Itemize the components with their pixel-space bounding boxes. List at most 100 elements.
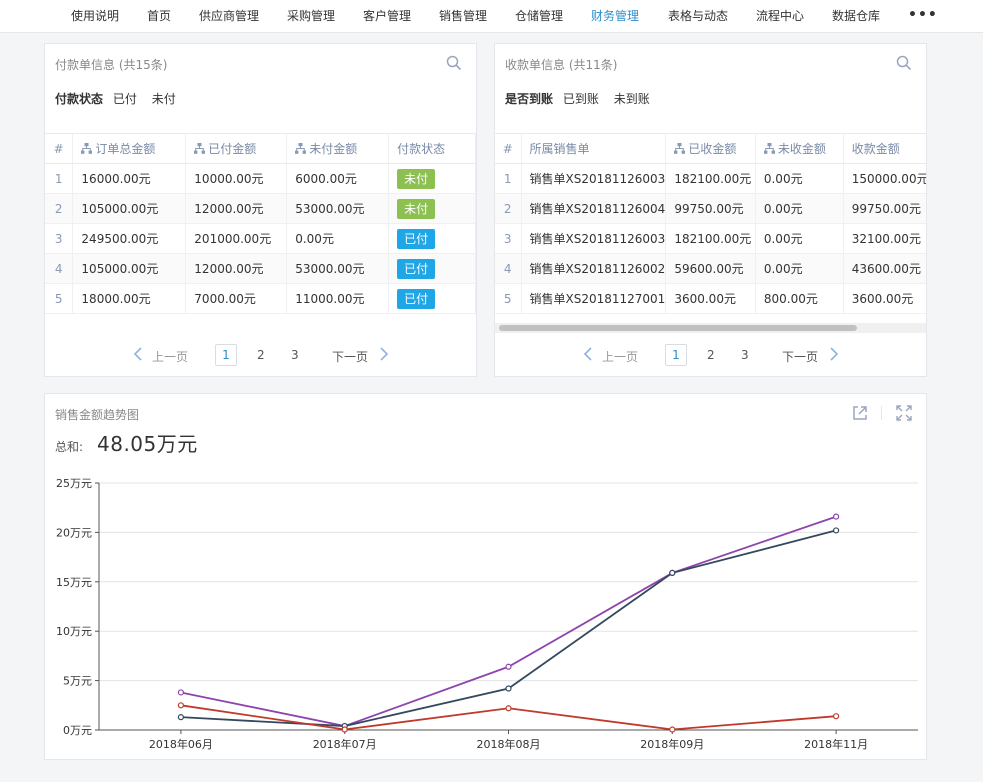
data-point[interactable] xyxy=(177,714,184,721)
column-header[interactable]: 已付金额 xyxy=(185,133,288,164)
data-point[interactable] xyxy=(832,713,840,720)
search-icon[interactable] xyxy=(445,54,463,72)
scrollbar-thumb[interactable] xyxy=(499,325,857,331)
arrival-status-filter: 是否到账 已到账 未到账 xyxy=(505,90,661,107)
page-number[interactable]: 3 xyxy=(741,348,749,362)
table-row[interactable]: 3 249500.00元 201000.00元 0.00元 已付 xyxy=(45,223,476,254)
chevron-right-icon[interactable] xyxy=(829,347,839,361)
column-header[interactable]: # xyxy=(495,133,522,164)
nav-data-warehouse[interactable]: 数据仓库 xyxy=(832,0,880,33)
nav-customer[interactable]: 客户管理 xyxy=(363,0,411,33)
table-header-row: # 订单总金额 已付金额 未付金额 付款状态 xyxy=(45,133,476,164)
table-cell: 10000.00元 xyxy=(185,163,288,194)
data-point[interactable] xyxy=(832,513,840,520)
table-cell: 12000.00元 xyxy=(185,193,288,224)
table-row[interactable]: 5 销售单XS20181127001 3600.00元 800.00元 3600.00元 xyxy=(495,283,926,314)
chevron-left-icon[interactable] xyxy=(133,347,143,361)
table-cell: 销售单XS20181126002 xyxy=(521,253,667,284)
table-cell: 销售单XS20181126003 xyxy=(521,223,667,254)
data-point[interactable] xyxy=(341,726,348,733)
data-point[interactable] xyxy=(505,705,512,712)
table-row[interactable]: 1 销售单XS20181126003 182100.00元 0.00元 150000.0… xyxy=(495,163,926,194)
table-cell: 3600.00元 xyxy=(665,283,756,314)
prev-page-button[interactable]: 上一页 xyxy=(602,348,638,365)
next-page-button[interactable]: 下一页 xyxy=(332,348,368,365)
column-header[interactable]: # xyxy=(45,133,74,164)
table-cell: 5 xyxy=(45,283,74,314)
table-cell: 43600.00元 xyxy=(843,253,926,284)
page-number[interactable]: 2 xyxy=(257,348,265,362)
table-row[interactable]: 5 18000.00元 7000.00元 11000.00元 已付 xyxy=(45,283,476,314)
table-cell: 18000.00元 xyxy=(72,283,187,314)
nav-finance[interactable]: 财务管理 xyxy=(591,0,639,33)
data-point[interactable] xyxy=(669,726,676,733)
chevron-left-icon[interactable] xyxy=(583,347,593,361)
nav-supplier[interactable]: 供应商管理 xyxy=(199,0,259,33)
table-cell: 201000.00元 xyxy=(185,223,288,254)
data-point[interactable] xyxy=(505,663,512,670)
nav-warehouse[interactable]: 仓储管理 xyxy=(515,0,563,33)
nav-sales[interactable]: 销售管理 xyxy=(439,0,487,33)
table-cell: 销售单XS20181127001 xyxy=(521,283,667,314)
table-row[interactable]: 4 105000.00元 12000.00元 53000.00元 已付 xyxy=(45,253,476,284)
series-line xyxy=(180,515,837,727)
table-cell: 99750.00元 xyxy=(665,193,756,224)
nav-home[interactable]: 首页 xyxy=(147,0,171,33)
data-point[interactable] xyxy=(505,685,512,692)
table-cell: 销售单XS20181126003 xyxy=(521,163,667,194)
table-cell: 3 xyxy=(45,223,74,254)
column-header-label: 未收金额 xyxy=(777,142,826,156)
nav-workflow[interactable]: 流程中心 xyxy=(756,0,804,33)
more-menu-icon[interactable]: ••• xyxy=(908,0,938,33)
table-row[interactable]: 4 销售单XS20181126002 59600.00元 0.00元 43600.00元 xyxy=(495,253,926,284)
nav-purchase[interactable]: 采购管理 xyxy=(287,0,335,33)
payment-table: # 订单总金额 已付金额 未付金额 付款状态 1 16000.00元 10000.00元 600… xyxy=(45,133,476,314)
nav-tables[interactable]: 表格与动态 xyxy=(668,0,728,33)
chevron-right-icon[interactable] xyxy=(379,347,389,361)
table-cell: 182100.00元 xyxy=(665,163,756,194)
table-cell: 99750.00元 xyxy=(843,193,926,224)
payment-panel: 付款单信息 (共15条) 付款状态 已付 未付 # 订单总金额 已付金额 未付金额 付款… xyxy=(44,43,477,377)
data-point[interactable] xyxy=(832,527,840,534)
x-tick-label: 2018年08月 xyxy=(477,737,541,751)
filter-label: 付款状态 xyxy=(55,92,104,106)
column-header[interactable]: 订单总金额 xyxy=(72,133,187,164)
page-number[interactable]: 2 xyxy=(707,348,715,362)
prev-page-button[interactable]: 上一页 xyxy=(152,348,188,365)
horizontal-scrollbar[interactable] xyxy=(495,323,926,333)
data-point[interactable] xyxy=(177,702,184,709)
column-header[interactable]: 所属销售单 xyxy=(521,133,667,164)
filter-option-arrived[interactable]: 已到账 xyxy=(563,92,599,106)
page-number[interactable]: 3 xyxy=(291,348,299,362)
table-cell: 0.00元 xyxy=(755,193,844,224)
data-point[interactable] xyxy=(669,569,676,577)
nav-guide[interactable]: 使用说明 xyxy=(71,0,119,33)
receipt-table: # 所属销售单 已收金额 未收金额 收款金额 1 销售单XS20181126003 18210… xyxy=(495,133,926,314)
next-page-button[interactable]: 下一页 xyxy=(782,348,818,365)
column-header[interactable]: 未收金额 xyxy=(755,133,844,164)
receipt-panel-title: 收款单信息 (共11条) xyxy=(505,58,618,72)
table-cell: 11000.00元 xyxy=(286,283,390,314)
table-cell: 16000.00元 xyxy=(72,163,187,194)
filter-option-not-arrived[interactable]: 未到账 xyxy=(614,92,650,106)
table-cell: 销售单XS20181126004 xyxy=(521,193,667,224)
column-header[interactable]: 收款金额 xyxy=(843,133,926,164)
page-number-current[interactable]: 1 xyxy=(665,344,687,366)
table-row[interactable]: 2 105000.00元 12000.00元 53000.00元 未付 xyxy=(45,193,476,224)
table-row[interactable]: 2 销售单XS20181126004 99750.00元 0.00元 99750.00元 xyxy=(495,193,926,224)
filter-label: 是否到账 xyxy=(505,92,554,106)
x-tick-label: 2018年09月 xyxy=(640,737,704,751)
column-header[interactable]: 付款状态 xyxy=(388,133,476,164)
data-point[interactable] xyxy=(177,689,184,696)
table-row[interactable]: 3 销售单XS20181126003 182100.00元 0.00元 32100.00… xyxy=(495,223,926,254)
search-icon[interactable] xyxy=(895,54,913,72)
column-header[interactable]: 已收金额 xyxy=(665,133,756,164)
column-header[interactable]: 未付金额 xyxy=(286,133,390,164)
column-header-label: 付款状态 xyxy=(397,142,446,156)
filter-option-paid[interactable]: 已付 xyxy=(113,92,137,106)
table-row[interactable]: 1 16000.00元 10000.00元 6000.00元 未付 xyxy=(45,163,476,194)
status-badge: 未付 xyxy=(397,168,436,189)
page-number-current[interactable]: 1 xyxy=(215,344,237,366)
hierarchy-icon xyxy=(763,143,775,154)
filter-option-unpaid[interactable]: 未付 xyxy=(152,92,176,106)
